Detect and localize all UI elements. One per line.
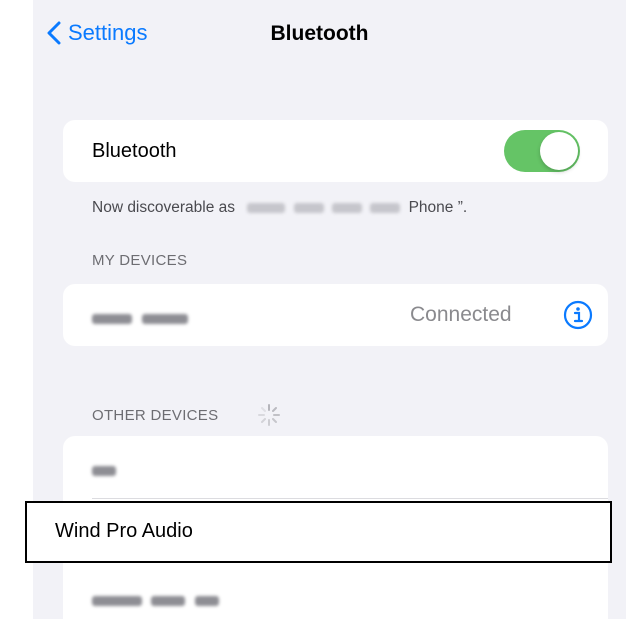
- list-item[interactable]: Connected: [63, 284, 608, 346]
- page-title: Bluetooth: [270, 22, 369, 45]
- discoverable-note: Now discoverable as Phone ”.: [92, 199, 467, 217]
- toggle-knob: [540, 132, 578, 170]
- bluetooth-toggle-switch[interactable]: [504, 130, 580, 172]
- other-devices-header: OTHER DEVICES: [92, 407, 218, 424]
- row-divider: [92, 498, 608, 499]
- discoverable-prefix: Now discoverable as: [92, 199, 236, 216]
- discoverable-suffix: Phone ”.: [408, 199, 468, 216]
- device-name-redacted: [247, 199, 404, 216]
- list-item[interactable]: [63, 436, 608, 498]
- device-name-redacted: [92, 592, 219, 610]
- connection-status: Connected: [410, 303, 512, 326]
- device-row-selected[interactable]: Wind Pro Audio: [25, 501, 612, 563]
- bluetooth-toggle-card: Bluetooth: [63, 120, 608, 182]
- other-devices-label: OTHER DEVICES: [92, 407, 219, 424]
- my-devices-header: MY DEVICES: [92, 252, 188, 269]
- device-name: Wind Pro Audio: [55, 520, 193, 542]
- list-item[interactable]: [63, 564, 608, 619]
- bluetooth-label: Bluetooth: [92, 140, 177, 162]
- info-circle-icon[interactable]: [563, 300, 593, 330]
- my-devices-card: Connected: [63, 284, 608, 346]
- device-name-redacted: [92, 310, 189, 328]
- activity-spinner-icon: [258, 404, 280, 426]
- device-name-redacted: [92, 462, 116, 480]
- navigation-bar: Settings Bluetooth: [33, 0, 626, 70]
